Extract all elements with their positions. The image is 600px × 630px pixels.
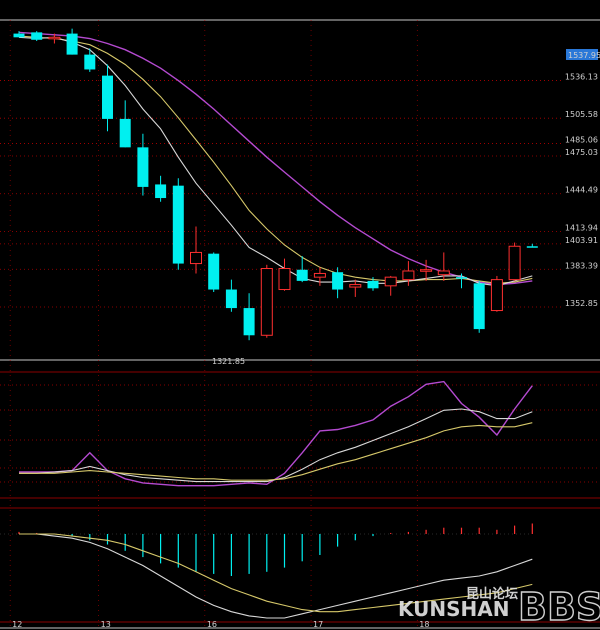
ma-fast-line: [18, 36, 533, 287]
candle-body-bear: [332, 272, 344, 290]
price-tick-label: 1413.94: [565, 223, 598, 232]
candle-body-bear: [243, 308, 255, 336]
price-tick-label: 1475.03: [565, 148, 598, 157]
candle-body-bear: [456, 277, 467, 279]
oscillator-line-c: [19, 422, 533, 481]
watermark-bbs: BBS: [518, 585, 600, 629]
candle-body-bull: [420, 269, 433, 272]
x-tick-label: 12: [12, 620, 22, 629]
candle-body-bear: [84, 54, 96, 70]
candle-body-bear: [119, 118, 131, 148]
x-tick-label: 16: [207, 620, 217, 629]
candle-body-bull: [349, 284, 362, 288]
price-tick-label: 1383.39: [565, 261, 598, 270]
candle-body-bear: [102, 75, 113, 119]
x-tick-label: 18: [419, 620, 429, 629]
x-tick-label: 13: [101, 620, 111, 629]
candle-body-bull: [278, 268, 291, 291]
candle-body-bear: [473, 283, 485, 330]
candle-body-bull: [402, 270, 415, 281]
candle-body-bear: [66, 33, 78, 55]
candle-body-bear: [31, 32, 43, 40]
price-tick-label: 1352.85: [565, 299, 598, 308]
current-price-badge-text: 1537.95: [568, 51, 600, 60]
price-tick-label: 1444.49: [565, 186, 598, 195]
oscillator-line-a: [19, 380, 533, 487]
candle-body-bull: [384, 276, 397, 287]
candle-body-bull: [508, 245, 521, 281]
candle-body-bear: [137, 147, 149, 187]
ma-slow-line: [18, 31, 533, 286]
candle-body-bear: [367, 280, 379, 289]
candle-body-bear: [155, 184, 167, 199]
candlesticks: [13, 28, 538, 341]
low-annotation: 1321.85: [212, 357, 245, 366]
price-tick-label: 1505.58: [565, 110, 598, 119]
oscillator-panel: [19, 380, 533, 487]
watermark-kunshan: KUNSHAN: [398, 597, 509, 621]
candle-body-bull: [48, 36, 61, 40]
stock-chart: 1536.13 1505.58 1485.06 1475.03 1444.49 1413.…: [0, 19, 600, 630]
candle-body-bull: [490, 279, 503, 312]
candle-body-bull: [313, 272, 326, 278]
moving-averages: [18, 31, 533, 287]
candle-body-bull: [260, 268, 273, 336]
candle-body-bear: [526, 246, 538, 248]
ma-mid-line: [18, 35, 533, 284]
candle-body-bull: [437, 270, 450, 276]
candle-body-bear: [208, 253, 220, 290]
x-tick-label: 17: [313, 620, 323, 629]
candle-body-bear: [225, 289, 237, 309]
current-price-badge: 1537.95: [566, 49, 600, 60]
price-tick-label: 1403.91: [565, 236, 598, 245]
candle-body-bear: [172, 185, 184, 264]
candle-body-bear: [13, 33, 25, 38]
candle-body-bull: [190, 251, 202, 265]
price-tick-label: 1485.06: [565, 136, 598, 145]
price-tick-label: 1536.13: [565, 72, 598, 81]
candle-body-bear: [296, 269, 308, 281]
